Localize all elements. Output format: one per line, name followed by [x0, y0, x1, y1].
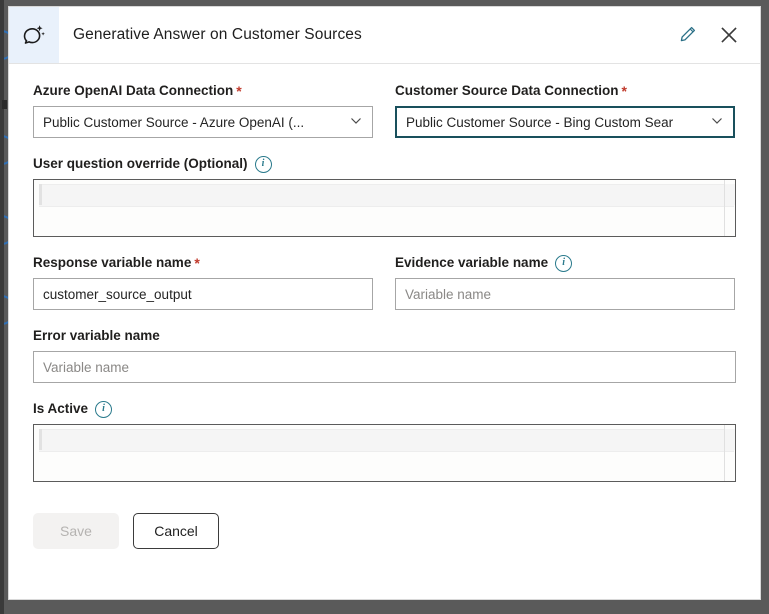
connections-row: Azure OpenAI Data Connection * Public Cu…: [33, 82, 736, 155]
dialog-panel: Generative Answer on Customer Sources Az…: [8, 6, 761, 600]
label-text: Is Active: [33, 401, 89, 416]
chevron-down-icon: [710, 114, 724, 131]
field-is-active: Is Active i: [33, 400, 736, 482]
field-user-question-override: User question override (Optional) i: [33, 155, 736, 237]
required-marker: *: [621, 83, 627, 99]
label-customer-source-data-connection: Customer Source Data Connection *: [395, 82, 735, 100]
pencil-icon[interactable]: [674, 22, 700, 48]
is-active-editor[interactable]: [33, 424, 736, 482]
sparkle-chat-icon: [9, 7, 59, 63]
dialog-body: Azure OpenAI Data Connection * Public Cu…: [9, 64, 760, 482]
editor-gutter-highlight: [725, 429, 735, 450]
field-response-variable-name: Response variable name *: [33, 254, 373, 310]
screen: Generative Answer on Customer Sources Az…: [0, 0, 769, 614]
field-error-variable-name: Error variable name: [33, 327, 736, 383]
label-error-variable-name: Error variable name: [33, 327, 736, 345]
dialog-title: Generative Answer on Customer Sources: [73, 26, 362, 43]
editor-active-line: [39, 184, 734, 207]
editor-active-line: [39, 429, 734, 452]
azure-openai-connection-value: Public Customer Source - Azure OpenAI (.…: [43, 114, 305, 130]
error-variable-name-input[interactable]: [33, 351, 736, 383]
editor-caret-bar: [39, 429, 42, 450]
evidence-variable-name-input[interactable]: [395, 278, 735, 310]
label-text: Azure OpenAI Data Connection: [33, 83, 234, 98]
label-response-variable-name: Response variable name *: [33, 254, 373, 272]
variables-row: Response variable name * Evidence variab…: [33, 254, 736, 327]
chevron-down-icon: [349, 114, 363, 131]
editor-gutter-highlight: [725, 184, 735, 205]
required-marker: *: [194, 255, 200, 271]
label-azure-openai-data-connection: Azure OpenAI Data Connection *: [33, 82, 373, 100]
label-text: Customer Source Data Connection: [395, 83, 619, 98]
field-azure-openai-data-connection: Azure OpenAI Data Connection * Public Cu…: [33, 82, 373, 138]
dialog-header: Generative Answer on Customer Sources: [9, 7, 760, 64]
required-marker: *: [236, 83, 242, 99]
label-evidence-variable-name: Evidence variable name i: [395, 254, 735, 272]
editor-scroll-gutter[interactable]: [724, 425, 725, 481]
info-icon[interactable]: i: [254, 155, 272, 173]
dialog-footer: Save Cancel: [9, 499, 760, 549]
azure-openai-connection-select[interactable]: Public Customer Source - Azure OpenAI (.…: [33, 106, 373, 138]
label-text: Evidence variable name: [395, 255, 549, 270]
label-text: Error variable name: [33, 328, 160, 343]
editor-scroll-gutter[interactable]: [724, 180, 725, 236]
label-text: User question override (Optional): [33, 156, 248, 171]
customer-source-connection-select[interactable]: Public Customer Source - Bing Custom Sea…: [395, 106, 735, 138]
background-rail: [0, 0, 4, 614]
info-icon[interactable]: i: [555, 254, 573, 272]
user-question-override-editor[interactable]: [33, 179, 736, 237]
cancel-button[interactable]: Cancel: [133, 513, 219, 549]
label-is-active: Is Active i: [33, 400, 736, 418]
label-user-question-override: User question override (Optional) i: [33, 155, 736, 173]
close-icon[interactable]: [716, 22, 742, 48]
field-customer-source-data-connection: Customer Source Data Connection * Public…: [395, 82, 735, 138]
customer-source-connection-value: Public Customer Source - Bing Custom Sea…: [406, 114, 674, 130]
info-icon[interactable]: i: [95, 400, 113, 418]
response-variable-name-input[interactable]: [33, 278, 373, 310]
background-tick: [2, 100, 7, 109]
save-button[interactable]: Save: [33, 513, 119, 549]
field-evidence-variable-name: Evidence variable name i: [395, 254, 735, 310]
label-text: Response variable name: [33, 255, 192, 270]
editor-caret-bar: [39, 184, 42, 205]
header-actions: [674, 22, 760, 48]
